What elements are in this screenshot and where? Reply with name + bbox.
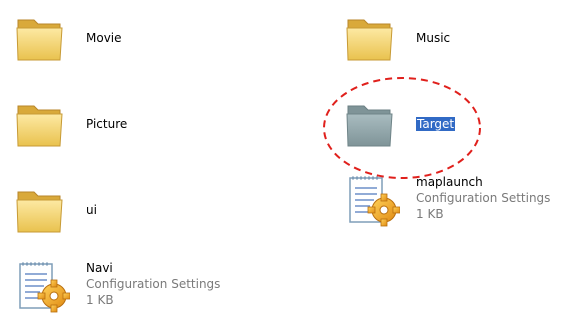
item-size: 1 KB: [86, 293, 114, 307]
item-label: Navi Configuration Settings 1 KB: [86, 260, 220, 308]
folder-icon: [344, 8, 400, 68]
item-label: Music: [416, 30, 450, 46]
item-kind: Configuration Settings: [416, 191, 551, 205]
folder-icon: [344, 94, 400, 154]
item-name: Movie: [86, 31, 122, 45]
item-name: Music: [416, 31, 451, 45]
item-name: ui: [86, 203, 97, 217]
item-label: maplaunch Configuration Settings 1 KB: [416, 174, 550, 222]
config-settings-icon: [14, 258, 70, 318]
folder-icon: [14, 180, 70, 240]
item-kind: Configuration Settings: [86, 277, 221, 291]
item-label: Picture: [86, 116, 127, 132]
folder-item-ui[interactable]: ui: [14, 180, 284, 240]
folder-item-target[interactable]: Target: [344, 94, 581, 154]
item-size: 1 KB: [416, 207, 444, 221]
file-item-maplaunch[interactable]: maplaunch Configuration Settings 1 KB: [344, 172, 581, 232]
item-name: Picture: [86, 117, 128, 131]
item-label: Movie: [86, 30, 122, 46]
folder-icon: [14, 94, 70, 154]
config-settings-icon: [344, 172, 400, 232]
item-name: Navi: [86, 261, 113, 275]
file-item-navi[interactable]: Navi Configuration Settings 1 KB: [14, 258, 284, 318]
item-label: Target: [416, 116, 456, 132]
item-name: maplaunch: [416, 175, 483, 189]
folder-icon: [14, 8, 70, 68]
item-label: ui: [86, 202, 97, 218]
folder-item-music[interactable]: Music: [344, 8, 581, 68]
item-name-selected: Target: [416, 117, 456, 131]
folder-item-movie[interactable]: Movie: [14, 8, 284, 68]
folder-item-picture[interactable]: Picture: [14, 94, 284, 154]
